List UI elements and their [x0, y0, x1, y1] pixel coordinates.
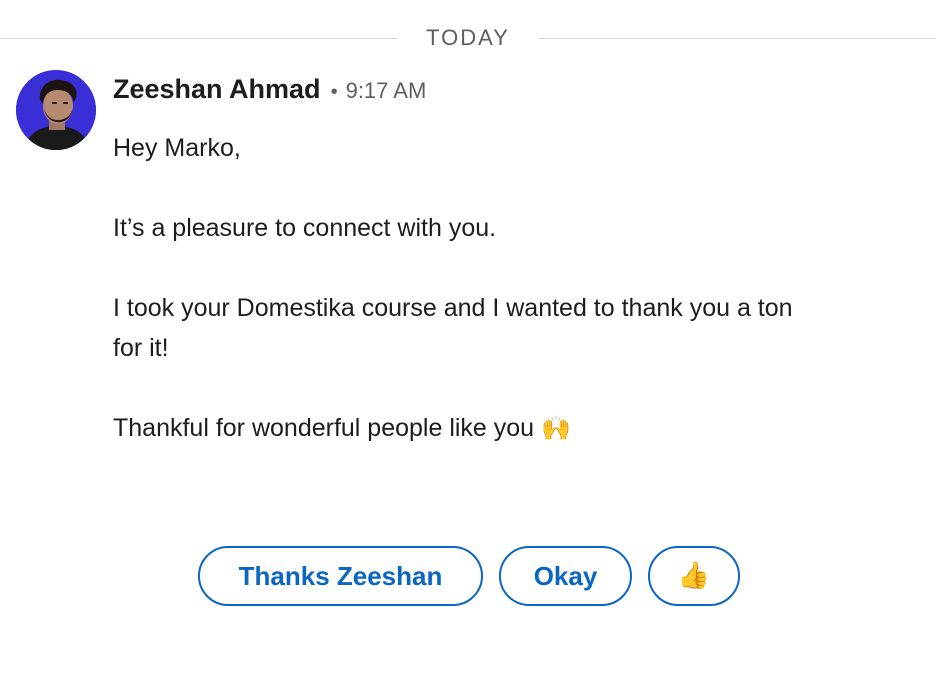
thumbs-up-icon: 👍 [677, 561, 711, 591]
quick-replies: Thanks Zeeshan Okay 👍 [198, 546, 740, 606]
raising-hands-icon: 🙌 [541, 414, 571, 442]
date-divider: TODAY [0, 24, 936, 54]
message-paragraph-last: Thankful for wonderful people like you 🙌 [113, 408, 813, 448]
message-timestamp: 9:17 AM [345, 78, 427, 103]
avatar-photo [16, 70, 96, 150]
previous-content-clipped [560, 0, 880, 6]
message-paragraph: Hey Marko, [113, 134, 241, 162]
message-header: Zeeshan Ahmad • 9:17 AM [113, 74, 426, 108]
avatar[interactable] [16, 70, 96, 150]
quick-reply-thanks-button[interactable]: Thanks Zeeshan [198, 546, 483, 606]
quick-reply-thumbs-up-button[interactable]: 👍 [648, 546, 740, 606]
message-body: Hey Marko, It’s a pleasure to connect wi… [113, 128, 813, 448]
divider-line [0, 38, 398, 39]
quick-reply-okay-button[interactable]: Okay [499, 546, 632, 606]
divider-line [538, 38, 936, 39]
separator-dot: • [330, 81, 338, 103]
sender-name[interactable]: Zeeshan Ahmad [113, 74, 321, 105]
messaging-thread: TODAY Zeeshan Ahmad • 9:17 AM Hey Marko,… [0, 0, 936, 688]
message-paragraph: It’s a pleasure to connect with you. [113, 214, 497, 242]
message-paragraph: I took your Domestika course and I wante… [113, 294, 793, 362]
date-divider-label: TODAY [426, 25, 510, 50]
message-paragraph-text: Thankful for wonderful people like you [113, 414, 535, 442]
